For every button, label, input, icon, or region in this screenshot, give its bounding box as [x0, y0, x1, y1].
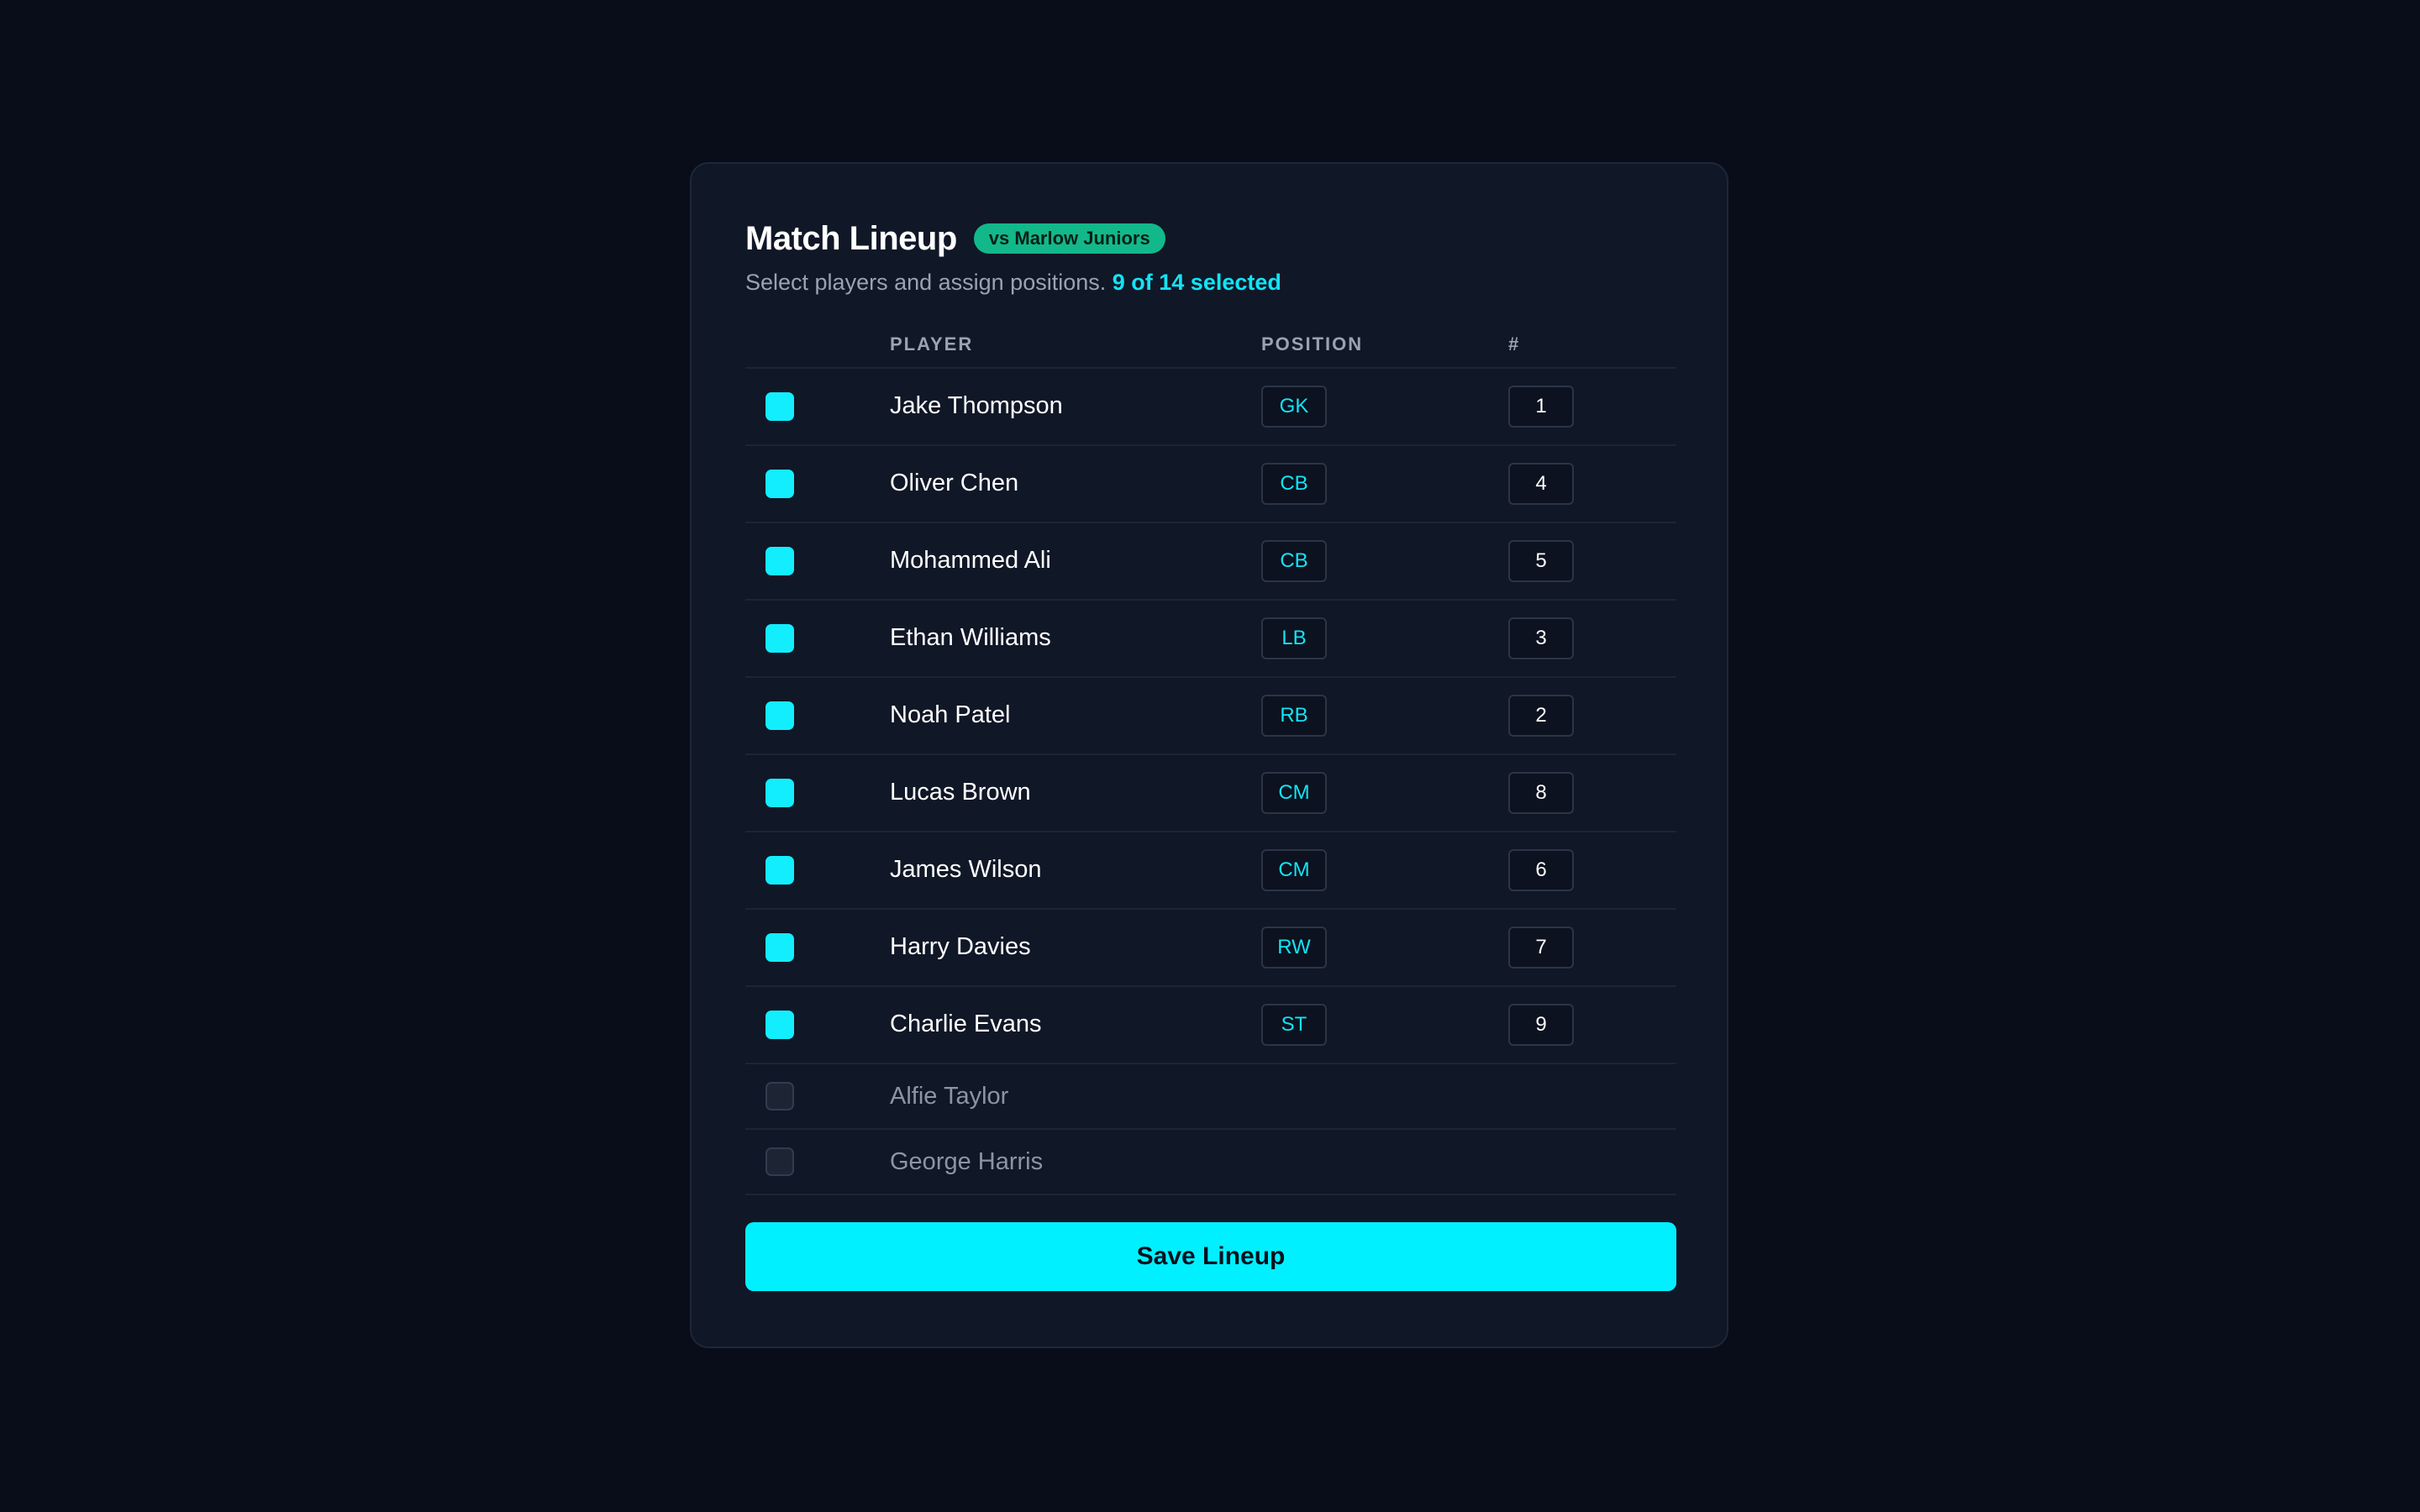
shirt-number-input[interactable]: 4: [1508, 463, 1574, 505]
shirt-number-input[interactable]: 3: [1508, 617, 1574, 659]
position-select[interactable]: CB: [1261, 463, 1327, 505]
player-checkbox[interactable]: [765, 1011, 794, 1039]
player-name: Mohammed Ali: [890, 547, 1051, 574]
table-header: PLAYER POSITION #: [745, 322, 1676, 369]
position-select[interactable]: ST: [1261, 1004, 1327, 1046]
position-select[interactable]: RW: [1261, 927, 1327, 969]
page-title: Match Lineup: [745, 219, 957, 257]
opponent-badge: vs Marlow Juniors: [973, 223, 1165, 254]
player-checkbox[interactable]: [765, 392, 794, 421]
player-name: James Wilson: [890, 856, 1042, 883]
player-checkbox[interactable]: [765, 624, 794, 653]
position-select[interactable]: LB: [1261, 617, 1327, 659]
player-name: Noah Patel: [890, 701, 1011, 728]
table-row: Mohammed Ali CB 5: [745, 523, 1676, 601]
column-header-player: PLAYER: [890, 333, 974, 354]
position-select[interactable]: GK: [1261, 386, 1327, 428]
position-select[interactable]: CM: [1261, 772, 1327, 814]
table-row: Jake Thompson GK 1: [745, 369, 1676, 446]
player-checkbox[interactable]: [765, 1147, 794, 1176]
table-row: James Wilson CM 6: [745, 832, 1676, 910]
player-checkbox[interactable]: [765, 933, 794, 962]
title-row: Match Lineup vs Marlow Juniors: [745, 218, 1673, 260]
table-row: Charlie Evans ST 9: [745, 987, 1676, 1064]
table-row: Oliver Chen CB 4: [745, 446, 1676, 523]
subtitle-text: Select players and assign positions.: [745, 270, 1107, 295]
shirt-number-input[interactable]: 9: [1508, 1004, 1574, 1046]
player-name: Jake Thompson: [890, 392, 1063, 419]
lineup-table: PLAYER POSITION # Jake Thompson GK 1 Oli…: [745, 322, 1676, 1195]
shirt-number-input[interactable]: 1: [1508, 386, 1574, 428]
player-checkbox[interactable]: [765, 779, 794, 807]
shirt-number-input[interactable]: 5: [1508, 540, 1574, 582]
selected-count: 9 of 14 selected: [1112, 270, 1281, 295]
save-lineup-button[interactable]: Save Lineup: [745, 1222, 1676, 1291]
table-row: Harry Davies RW 7: [745, 910, 1676, 987]
table-row: Alfie Taylor: [745, 1064, 1676, 1130]
table-row: George Harris: [745, 1130, 1676, 1195]
player-name: Charlie Evans: [890, 1011, 1042, 1037]
player-checkbox[interactable]: [765, 856, 794, 885]
shirt-number-input[interactable]: 8: [1508, 772, 1574, 814]
shirt-number-input[interactable]: 6: [1508, 849, 1574, 891]
player-checkbox[interactable]: [765, 547, 794, 575]
column-header-position: POSITION: [1261, 333, 1364, 354]
player-checkbox[interactable]: [765, 701, 794, 730]
player-name: Ethan Williams: [890, 624, 1051, 651]
player-name: Harry Davies: [890, 933, 1031, 960]
player-checkbox[interactable]: [765, 1082, 794, 1110]
player-name: George Harris: [890, 1148, 1044, 1175]
player-name: Oliver Chen: [890, 470, 1019, 496]
player-name: Lucas Brown: [890, 779, 1031, 806]
column-header-number: #: [1508, 333, 1521, 354]
subtitle: Select players and assign positions. 9 o…: [745, 268, 1673, 297]
table-row: Ethan Williams LB 3: [745, 601, 1676, 678]
shirt-number-input[interactable]: 2: [1508, 695, 1574, 737]
table-row: Lucas Brown CM 8: [745, 755, 1676, 832]
shirt-number-input[interactable]: 7: [1508, 927, 1574, 969]
player-checkbox[interactable]: [765, 470, 794, 498]
position-select[interactable]: RB: [1261, 695, 1327, 737]
table-row: Noah Patel RB 2: [745, 678, 1676, 755]
player-name: Alfie Taylor: [890, 1083, 1009, 1110]
position-select[interactable]: CM: [1261, 849, 1327, 891]
lineup-card: Match Lineup vs Marlow Juniors Select pl…: [690, 162, 1728, 1348]
position-select[interactable]: CB: [1261, 540, 1327, 582]
